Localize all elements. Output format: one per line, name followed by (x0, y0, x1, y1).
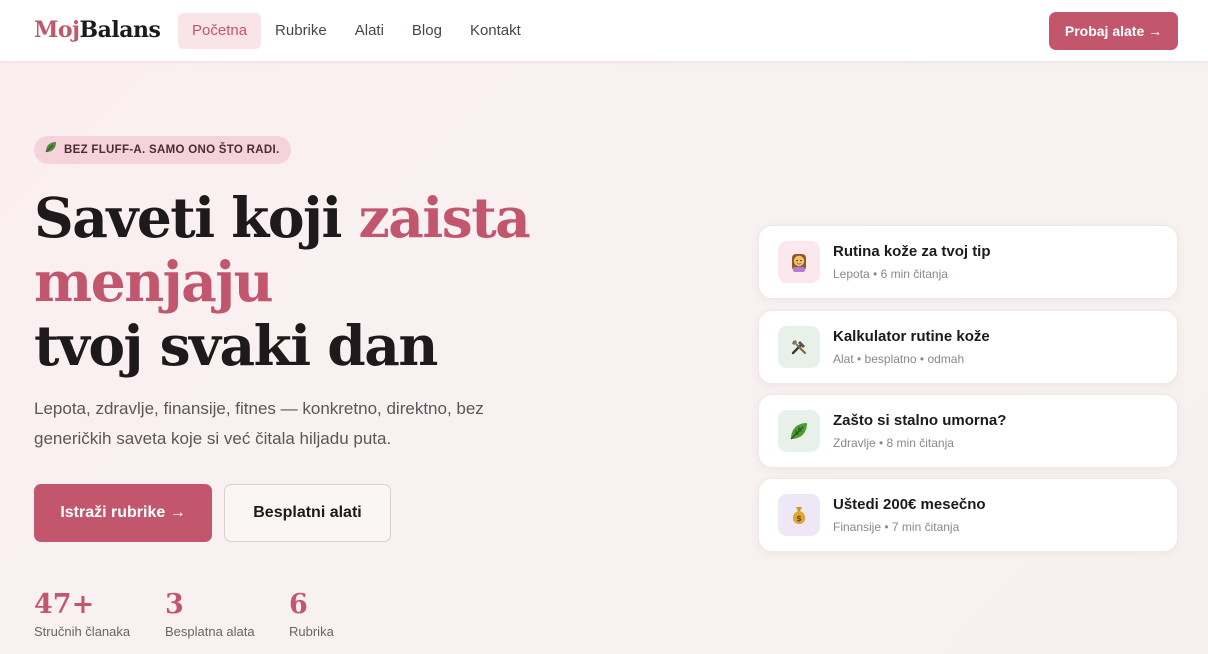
hero-subtitle: Lepota, zdravlje, finansije, fitnes — ko… (34, 399, 484, 448)
logo-suffix: Balans (79, 17, 161, 43)
stat-label: Besplatna alata (165, 624, 255, 639)
nav-link-kontakt[interactable]: Kontakt (456, 13, 535, 49)
try-tools-button[interactable]: Probaj alate → (1049, 12, 1178, 50)
hero-badge-text: BEZ FLUFF-A. SAMO ONO ŠTO RADI. (64, 144, 280, 156)
hero-title: Saveti koji zaista menjaju tvoj svaki da… (34, 186, 554, 378)
hero-title-part1: Saveti koji (34, 185, 359, 250)
card-meta: Lepota • 6 min čitanja (833, 267, 948, 281)
card-skin-routine[interactable]: Rutina kože za tvoj tip Lepota • 6 min č… (758, 225, 1178, 299)
stat-label: Rubrika (289, 624, 334, 639)
card-title: Zašto si stalno umorna? (833, 412, 1007, 429)
card-title: Rutina kože za tvoj tip (833, 243, 991, 260)
nav-link-rubrike[interactable]: Rubrike (261, 13, 341, 49)
woman-face-icon (778, 241, 820, 283)
stat-value: 3 (165, 589, 184, 620)
tools-icon (778, 326, 820, 368)
free-tools-button[interactable]: Besplatni alati (224, 484, 391, 542)
hero-title-part2: tvoj svaki dan (34, 313, 438, 378)
explore-categories-button[interactable]: Istraži rubrike → (34, 484, 212, 542)
card-tired[interactable]: Zašto si stalno umorna? Zdravlje • 8 min… (758, 394, 1178, 468)
hero-badge: BEZ FLUFF-A. SAMO ONO ŠTO RADI. (34, 136, 292, 164)
site-logo[interactable]: MojBalans (34, 17, 161, 43)
card-skin-calculator[interactable]: Kalkulator rutine kože Alat • besplatno … (758, 310, 1178, 384)
nav-link-alati[interactable]: Alati (341, 13, 398, 49)
nav-link-blog[interactable]: Blog (398, 13, 456, 49)
card-save-money[interactable]: $ Uštedi 200€ mesečno Finansije • 7 min … (758, 478, 1178, 552)
stat-value: 47+ (34, 589, 95, 620)
stat-articles: 47+ Stručnih članaka (34, 586, 130, 640)
nav-link-pocetna[interactable]: Početna (178, 13, 262, 49)
logo-prefix: Moj (34, 17, 80, 43)
stat-tools: 3 Besplatna alata (165, 586, 255, 640)
money-bag-icon: $ (778, 494, 820, 536)
svg-text:$: $ (796, 514, 802, 523)
card-meta: Alat • besplatno • odmah (833, 352, 965, 366)
card-meta: Finansije • 7 min čitanja (833, 520, 960, 534)
card-title: Uštedi 200€ mesečno (833, 496, 986, 513)
leaf-icon (778, 410, 820, 452)
stat-label: Stručnih članaka (34, 624, 131, 639)
card-meta: Zdravlje • 8 min čitanja (833, 436, 954, 450)
nav-links: Početna Rubrike Alati Blog Kontakt (178, 13, 535, 49)
top-navbar: MojBalans Početna Rubrike Alati Blog Kon… (0, 0, 1208, 62)
stat-value: 6 (289, 589, 308, 620)
leaf-icon (44, 136, 58, 164)
stat-categories: 6 Rubrika (289, 586, 334, 640)
card-title: Kalkulator rutine kože (833, 328, 990, 345)
